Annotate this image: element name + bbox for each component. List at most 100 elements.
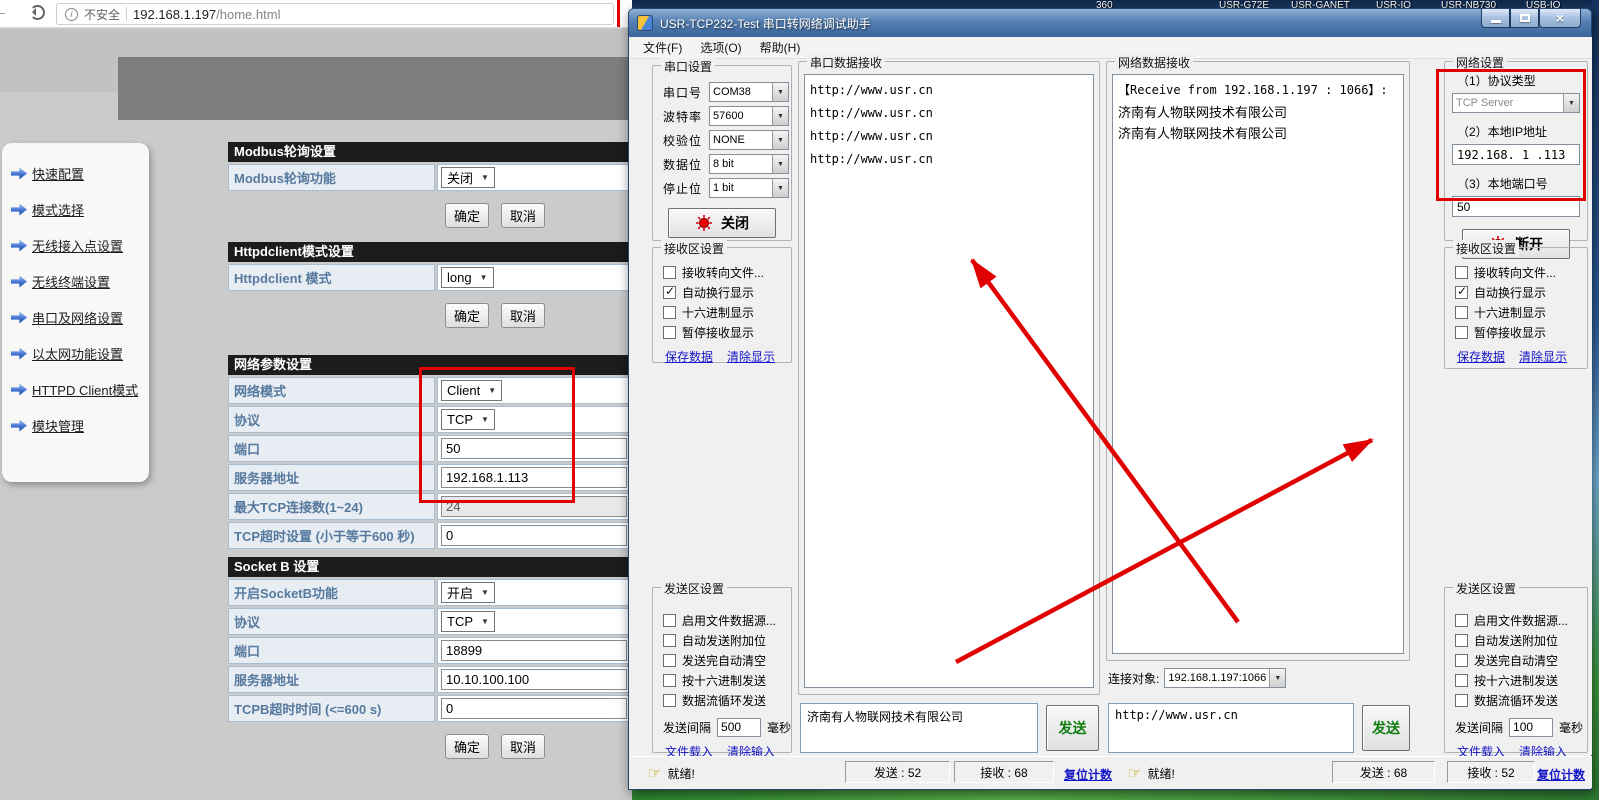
value-input[interactable]: 0 [441,698,627,719]
sidebar-item[interactable]: 串口及网络设置 [11,308,149,327]
local-ip-input[interactable]: 192.168. 1 .113 [1452,144,1580,165]
value-input[interactable]: 10.10.100.100 [441,669,627,690]
sidebar-item[interactable]: 无线接入点设置 [11,236,149,255]
receive-settings-right-option[interactable]: 十六进制显示 [1455,302,1587,322]
network-send-button[interactable]: 发送 [1362,705,1410,751]
send-settings-right-checkbox[interactable] [1455,634,1468,647]
serial-receive-area[interactable]: http://www.usr.cnhttp://www.usr.cnhttp:/… [804,74,1094,688]
port-close-button[interactable]: 关闭 [668,208,776,238]
value-select[interactable]: 关闭▼ [441,167,495,188]
interval-input[interactable]: 100 [1509,718,1553,737]
info-icon[interactable]: i [65,8,78,21]
value-input[interactable]: 50 [441,438,627,459]
receive-settings-left-checkbox[interactable] [663,286,676,299]
send-settings-left-checkbox[interactable] [663,654,676,667]
receive-settings-left-checkbox[interactable] [663,306,676,319]
send-settings-right-option[interactable]: 按十六进制发送 [1455,670,1587,690]
serial-send-input[interactable]: 济南有人物联网技术有限公司 [800,703,1038,753]
send-settings-right-checkbox[interactable] [1455,674,1468,687]
send-settings-right-checkbox[interactable] [1455,694,1468,707]
send-settings-right-checkbox[interactable] [1455,654,1468,667]
sidebar-item[interactable]: 无线终端设置 [11,272,149,291]
receive-settings-right-option[interactable]: 暂停接收显示 [1455,322,1587,342]
value-select[interactable]: TCP▼ [441,409,495,430]
reset-counter-link-left[interactable]: 复位计数 [1064,766,1112,783]
select-value: COM38 [710,86,772,98]
value-input[interactable]: 0 [441,525,627,546]
receive-settings-right-option[interactable]: 自动换行显示 [1455,282,1587,302]
receive-settings-left-option[interactable]: 暂停接收显示 [663,322,791,342]
send-settings-right-option[interactable]: 自动发送附加位 [1455,630,1587,650]
menu-item[interactable]: 帮助(H) [751,37,810,58]
value-select[interactable]: Client▼ [441,380,502,401]
send-settings-left-option[interactable]: 启用文件数据源... [663,610,791,630]
value-input[interactable]: 18899 [441,640,627,661]
receive-settings-left-option[interactable]: 十六进制显示 [663,302,791,322]
close-button[interactable]: × [1539,9,1581,28]
select-value: 1 bit [710,182,772,194]
send-settings-left-option[interactable]: 发送完自动清空 [663,650,791,670]
interval-input[interactable]: 500 [717,718,761,737]
value-select[interactable]: long▼ [441,267,494,288]
send-settings-left-checkbox[interactable] [663,694,676,707]
ok-button[interactable]: 确定 [445,734,489,759]
send-settings-right-checkbox[interactable] [1455,614,1468,627]
cancel-button[interactable]: 取消 [501,734,545,759]
send-settings-left-option[interactable]: 按十六进制发送 [663,670,791,690]
receive-settings-right-link[interactable]: 保存数据 [1457,348,1505,365]
ok-button[interactable]: 确定 [445,203,489,228]
maximize-button[interactable] [1510,9,1539,28]
send-settings-left-checkbox[interactable] [663,674,676,687]
value-select[interactable]: TCP▼ [441,611,495,632]
address-bar[interactable]: i 不安全 192.168.1.197/home.html [56,3,614,25]
field-select[interactable]: 57600▼ [709,106,789,126]
send-settings-left-checkbox[interactable] [663,634,676,647]
receive-settings-left-checkbox[interactable] [663,266,676,279]
send-settings-left-checkbox[interactable] [663,614,676,627]
field-select[interactable]: NONE▼ [709,130,789,150]
sidebar-item[interactable]: 模块管理 [11,416,149,435]
cancel-button[interactable]: 取消 [501,203,545,228]
receive-settings-right-option[interactable]: 接收转向文件... [1455,262,1587,282]
sidebar-item[interactable]: HTTPD Client模式 [11,380,149,399]
field-select[interactable]: 8 bit▼ [709,154,789,174]
send-settings-right-option[interactable]: 数据流循环发送 [1455,690,1587,710]
network-receive-area[interactable]: 【Receive from 192.168.1.197 : 1066】:济南有人… [1112,74,1404,654]
close-icon: × [1556,11,1564,25]
field-select[interactable]: COM38▼ [709,82,789,102]
receive-settings-right-checkbox[interactable] [1455,326,1468,339]
receive-settings-right-checkbox[interactable] [1455,306,1468,319]
back-icon[interactable]: ← [0,3,8,21]
receive-settings-left-link[interactable]: 清除显示 [727,348,775,365]
receive-settings-left-checkbox[interactable] [663,326,676,339]
send-settings-right-option[interactable]: 发送完自动清空 [1455,650,1587,670]
app-titlebar[interactable]: USR-TCP232-Test 串口转网络调试助手 [629,9,1591,37]
value-select[interactable]: 开启▼ [441,582,495,603]
send-settings-left-option[interactable]: 自动发送附加位 [663,630,791,650]
send-settings-left-option[interactable]: 数据流循环发送 [663,690,791,710]
sidebar-item[interactable]: 快速配置 [11,164,149,183]
row-value-cell: TCP▼ [437,608,632,635]
reset-counter-link-right[interactable]: 复位计数 [1537,766,1585,783]
connection-select[interactable]: 192.168.1.197:1066 ▼ [1164,668,1286,688]
menu-item[interactable]: 文件(F) [634,37,691,58]
send-settings-right-option[interactable]: 启用文件数据源... [1455,610,1587,630]
ok-button[interactable]: 确定 [445,303,489,328]
sidebar-item[interactable]: 模式选择 [11,200,149,219]
network-send-input[interactable]: http://www.usr.cn [1108,703,1354,753]
minimize-button[interactable] [1481,9,1510,28]
serial-send-button[interactable]: 发送 [1046,705,1099,751]
local-port-input[interactable]: 50 [1452,196,1580,217]
cancel-button[interactable]: 取消 [501,303,545,328]
receive-settings-right-checkbox[interactable] [1455,286,1468,299]
receive-settings-left-option[interactable]: 自动换行显示 [663,282,791,302]
refresh-icon[interactable] [30,5,45,20]
sidebar-item[interactable]: 以太网功能设置 [11,344,149,363]
menu-item[interactable]: 选项(O) [691,37,750,58]
field-select[interactable]: 1 bit▼ [709,178,789,198]
receive-settings-right-checkbox[interactable] [1455,266,1468,279]
value-input[interactable]: 192.168.1.113 [441,467,627,488]
receive-settings-right-link[interactable]: 清除显示 [1519,348,1567,365]
receive-settings-left-link[interactable]: 保存数据 [665,348,713,365]
receive-settings-left-option[interactable]: 接收转向文件... [663,262,791,282]
